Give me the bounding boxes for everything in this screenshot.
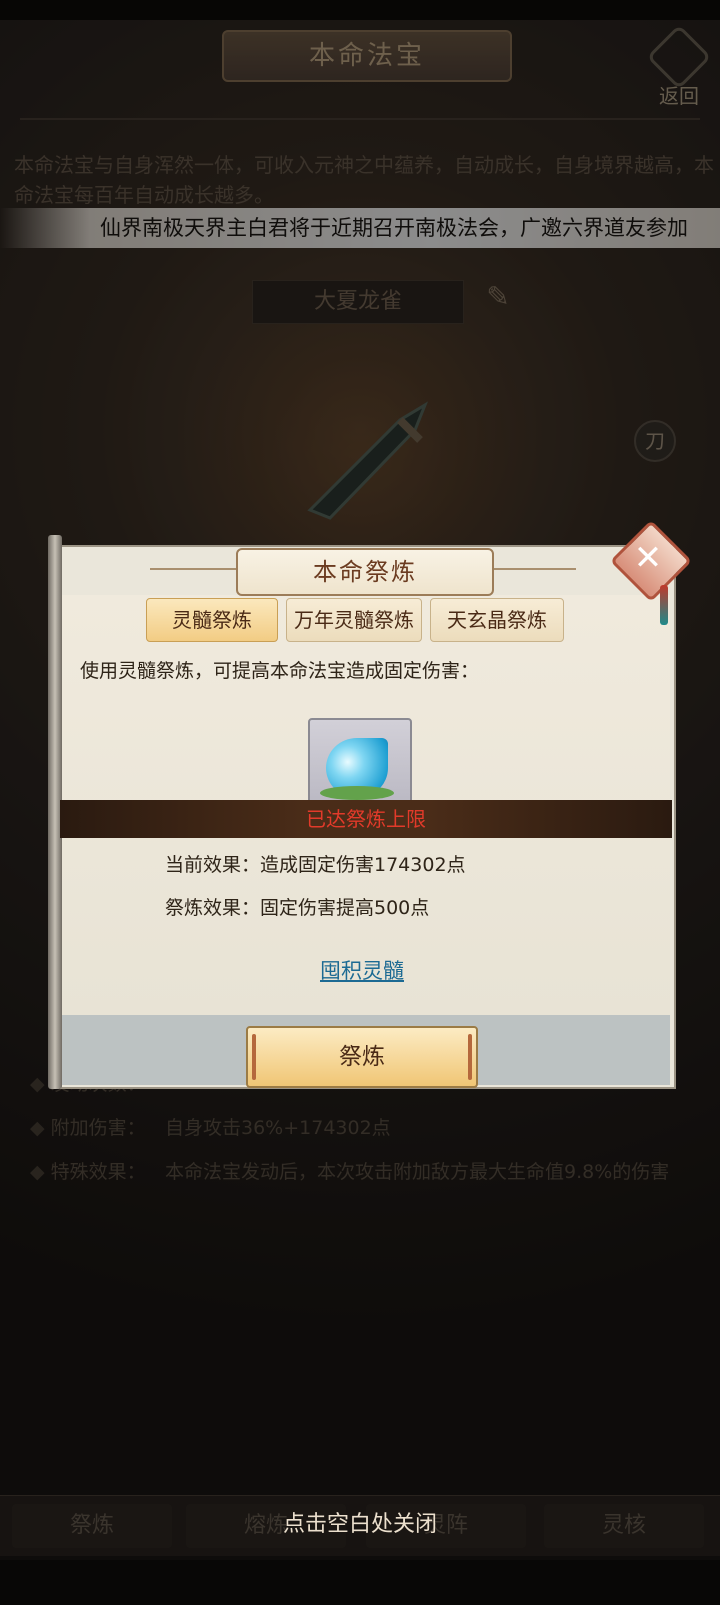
title-deco-left [150, 568, 236, 570]
close-hint: 点击空白处关闭 [282, 1512, 437, 1537]
title-deco-right [490, 568, 576, 570]
hoard-marrow-link[interactable]: 囤积灵髓 [312, 955, 412, 985]
tab-marrow-refine[interactable]: 灵髓祭炼 [146, 598, 278, 642]
refine-effect: 祭炼效果：固定伤害提高500点 [165, 897, 430, 919]
refine-button[interactable]: 祭炼 [246, 1026, 478, 1088]
refine-description: 使用灵髓祭炼，可提高本命法宝造成固定伤害： [80, 660, 480, 682]
tassel-ornament [660, 585, 668, 625]
limit-reached-bar: 已达祭炼上限 [60, 800, 672, 838]
close-icon[interactable]: ✕ [622, 532, 674, 584]
dialog-title: 本命祭炼 [236, 548, 494, 596]
refine-tabs: 灵髓祭炼 万年灵髓祭炼 天玄晶祭炼 [146, 598, 576, 642]
tab-crystal-refine[interactable]: 天玄晶祭炼 [430, 598, 564, 642]
current-effect: 当前效果：造成固定伤害174302点 [165, 854, 466, 876]
tab-ancient-marrow-refine[interactable]: 万年灵髓祭炼 [286, 598, 422, 642]
leaf-decoration [320, 786, 394, 800]
